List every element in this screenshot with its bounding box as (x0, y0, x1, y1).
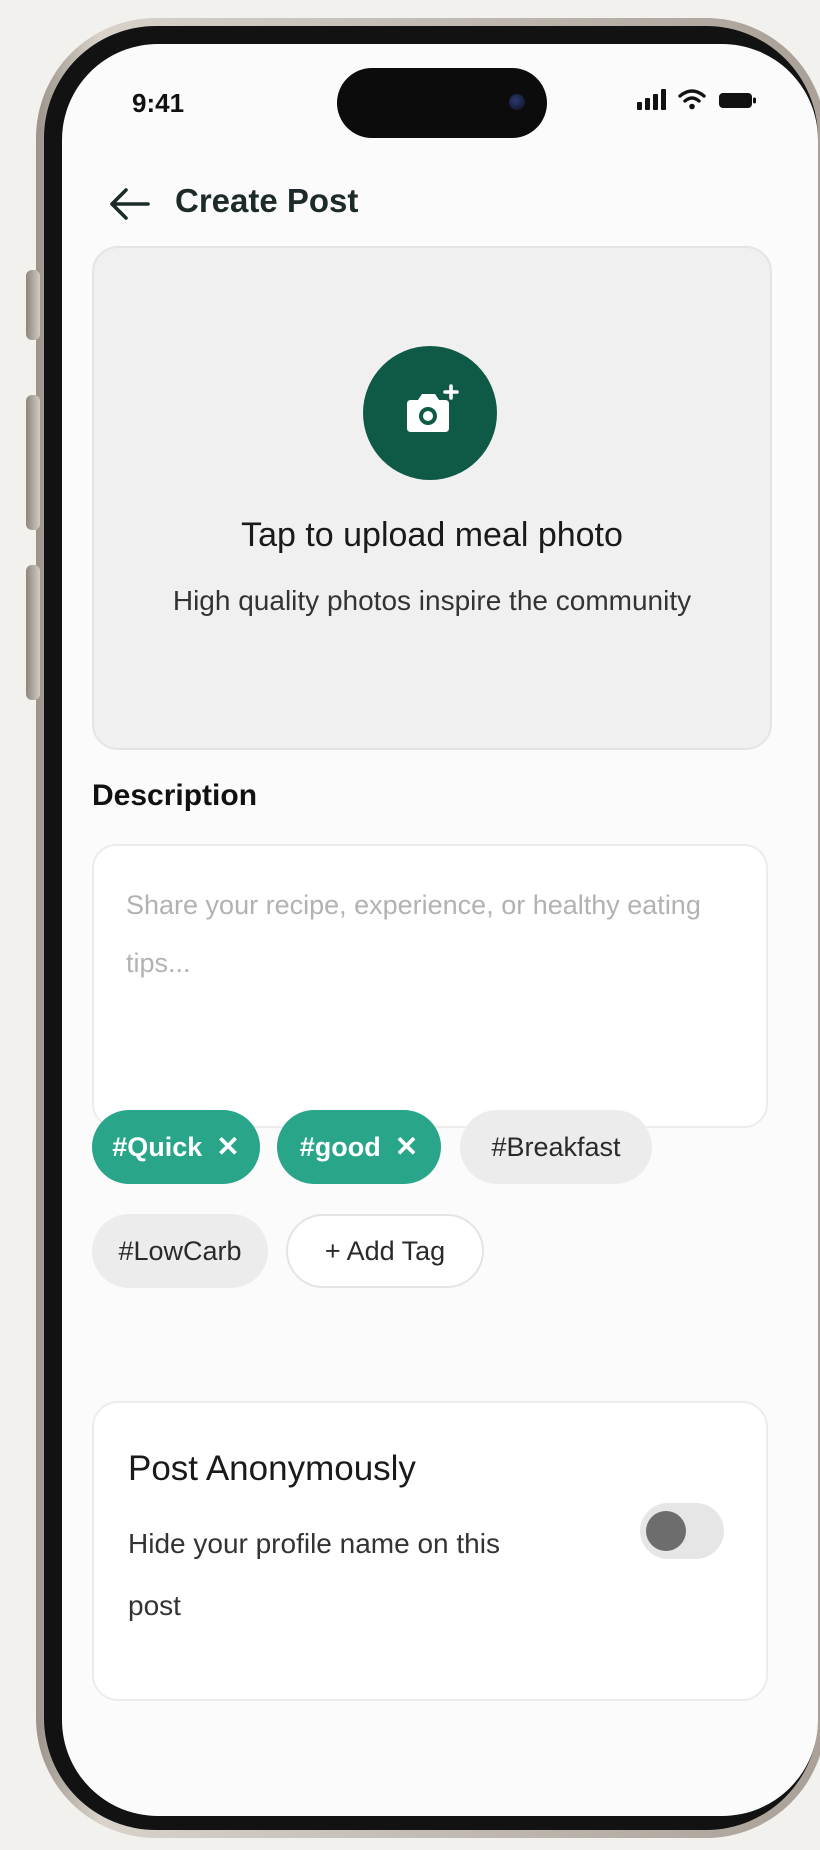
camera-lens-icon (509, 94, 525, 110)
toggle-knob[interactable] (646, 1511, 686, 1551)
side-button-volume-down (26, 565, 40, 700)
description-label: Description (92, 779, 258, 812)
wifi-icon (678, 88, 706, 110)
anonymous-title: Post Anonymously (128, 1449, 416, 1488)
camera-button[interactable] (363, 346, 497, 480)
photo-upload-area[interactable]: Tap to upload meal photo High quality ph… (92, 246, 772, 750)
upload-title: Tap to upload meal photo (241, 516, 623, 554)
close-icon[interactable]: ✕ (216, 1133, 239, 1161)
anonymous-toggle[interactable] (640, 1503, 724, 1559)
upload-subtitle: High quality photos inspire the communit… (172, 585, 692, 616)
add-tag-label: + Add Tag (324, 1235, 446, 1266)
add-tag-button[interactable]: + Add Tag (286, 1214, 484, 1288)
side-button-silent (26, 270, 40, 340)
status-time: 9:41 (132, 88, 185, 118)
dynamic-island (337, 68, 547, 138)
tag-quick[interactable]: #Quick ✕ (92, 1110, 260, 1184)
status-icons (637, 88, 758, 110)
page-title: Create Post (175, 182, 359, 219)
tag-label: #Quick (112, 1131, 203, 1162)
back-arrow-icon[interactable] (106, 184, 152, 224)
side-button-volume-up (26, 395, 40, 530)
tag-label: #Breakfast (491, 1131, 621, 1162)
anonymous-description: Hide your profile name on this post (128, 1528, 500, 1621)
description-textarea[interactable] (126, 876, 734, 1096)
tag-label: #good (299, 1131, 381, 1162)
tag-breakfast[interactable]: #Breakfast (460, 1110, 652, 1184)
anonymous-card: Post Anonymously Hide your profile name … (92, 1401, 768, 1701)
app-screen: 9:41 Create Post Tap to upload meal phot… (62, 44, 818, 1816)
tag-lowcarb[interactable]: #LowCarb (92, 1214, 268, 1288)
battery-icon (718, 90, 758, 110)
description-field[interactable] (92, 844, 768, 1128)
tag-label: #LowCarb (118, 1235, 242, 1266)
signal-icon (637, 88, 666, 110)
close-icon[interactable]: ✕ (395, 1133, 418, 1161)
tag-good[interactable]: #good ✕ (277, 1110, 441, 1184)
